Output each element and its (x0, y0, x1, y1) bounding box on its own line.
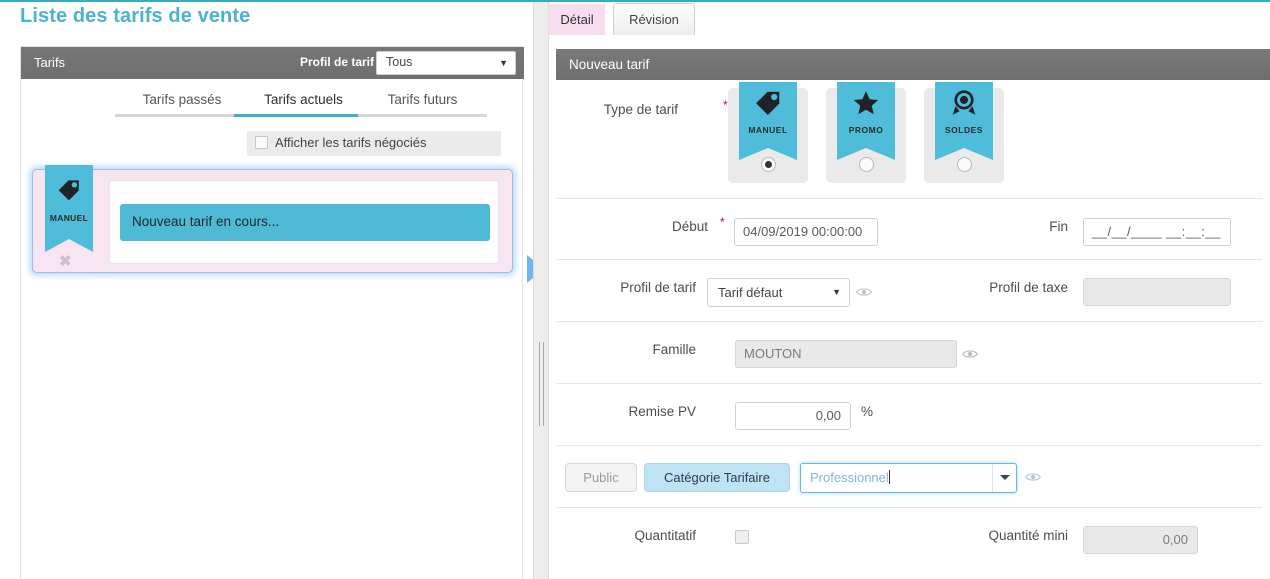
type-option-manuel[interactable]: MANUEL (728, 82, 808, 183)
show-negotiated-label: Afficher les tarifs négociés (275, 135, 427, 150)
toggle-categorie-tarifaire[interactable]: Catégorie Tarifaire (644, 463, 790, 492)
tariff-form: Type de tarif * MANUEL PROMO SOLDES Débu… (556, 80, 1270, 579)
tariff-card-new[interactable]: MANUEL ✖ Nouveau tarif en cours... (32, 165, 513, 273)
tab-tarifs-actuels[interactable]: Tarifs actuels (234, 91, 373, 117)
chevron-down-icon: ▼ (832, 287, 841, 297)
debut-input[interactable]: 04/09/2019 00:00:00 (734, 218, 878, 246)
quantite-mini-input: 0,00 (1083, 526, 1198, 554)
app-root: Liste des tarifs de vente Tarifs Profil … (0, 0, 1270, 579)
profil-tarif-select[interactable]: Tarif défaut ▼ (707, 278, 850, 307)
type-option-soldes-radio[interactable] (957, 157, 972, 172)
row-famille: Famille MOUTON (556, 322, 1262, 383)
eye-icon[interactable] (856, 285, 872, 301)
tab-tarifs-futurs[interactable]: Tarifs futurs (358, 91, 487, 117)
price-tag-icon (56, 177, 82, 208)
quantitatif-checkbox[interactable] (735, 530, 749, 544)
tariff-card-ribbon-label: MANUEL (49, 213, 89, 223)
fin-input[interactable]: __/__/____ __:__:__ (1083, 218, 1231, 246)
toggle-public[interactable]: Public (565, 463, 637, 492)
type-option-manuel-ribbon: MANUEL (739, 82, 797, 160)
debut-label: Début (671, 219, 708, 234)
star-icon (837, 88, 895, 123)
type-option-manuel-label: MANUEL (748, 125, 788, 135)
tariff-card-ribbon: MANUEL (45, 165, 93, 252)
row-profils: Profil de tarif Tarif défaut ▼ Profil de… (556, 260, 1262, 321)
row-debut-fin: Début * 04/09/2019 00:00:00 Fin __/__/__… (556, 199, 1262, 259)
remise-pv-label: Remise PV (628, 404, 696, 419)
right-panel: Détail Révision Nouveau tarif Type de ta… (549, 2, 1270, 579)
categorie-combobox-button[interactable] (992, 464, 1016, 492)
tariffs-panel-title: Tarifs (34, 55, 66, 70)
panel-splitter[interactable] (533, 2, 549, 579)
type-de-tarif-label: Type de tarif (603, 102, 678, 117)
categorie-combobox-value: Professionnel (810, 470, 889, 485)
profil-filter-select[interactable]: Tous ▼ (376, 51, 516, 75)
remise-pv-input[interactable]: 0,00 (735, 402, 851, 430)
type-option-soldes-label: SOLDES (945, 125, 983, 135)
tariff-card-inner: Nouveau tarif en cours... (109, 180, 499, 264)
categorie-combobox[interactable]: Professionnel (800, 463, 1017, 493)
tariffs-tabs: Tarifs passés Tarifs actuels Tarifs futu… (21, 91, 524, 117)
eye-icon[interactable] (962, 347, 978, 363)
type-de-tarif-required-star: * (723, 98, 728, 112)
tab-revision[interactable]: Révision (613, 3, 695, 35)
detail-section-header: Nouveau tarif (556, 49, 1270, 80)
profil-tarif-label: Profil de tarif (620, 280, 696, 295)
row-quantitatif: Quantitatif Quantité mini 0,00 (556, 508, 1262, 568)
profil-taxe-input (1083, 278, 1231, 306)
chevron-down-icon: ▼ (499, 58, 508, 68)
price-tag-icon (739, 88, 797, 123)
chevron-down-icon (1000, 475, 1010, 480)
text-cursor (888, 470, 890, 484)
famille-input: MOUTON (735, 340, 957, 368)
profil-taxe-label: Profil de taxe (989, 280, 1068, 295)
row-remise-pv: Remise PV 0,00 % (556, 384, 1262, 445)
type-option-soldes[interactable]: SOLDES (924, 82, 1004, 183)
tab-tarifs-passes[interactable]: Tarifs passés (115, 91, 249, 117)
close-icon[interactable]: ✖ (59, 254, 72, 269)
tariff-card-status-band: Nouveau tarif en cours... (120, 204, 490, 241)
fin-label: Fin (1049, 219, 1068, 234)
tab-detail[interactable]: Détail (549, 4, 605, 35)
eye-icon[interactable] (1025, 470, 1041, 486)
remise-pv-unit: % (861, 404, 874, 419)
show-negotiated-row[interactable]: Afficher les tarifs négociés (247, 131, 501, 156)
page-title: Liste des tarifs de vente (20, 5, 251, 27)
type-option-manuel-radio[interactable] (761, 157, 776, 172)
debut-required-star: * (720, 215, 725, 229)
tariffs-list-card: Tarifs Profil de tarif Tous ▼ Tarifs pas… (20, 46, 544, 579)
type-option-promo[interactable]: PROMO (826, 82, 906, 183)
row-type-de-tarif: Type de tarif * MANUEL PROMO SOLDES (556, 80, 1262, 195)
type-option-promo-label: PROMO (848, 125, 884, 135)
type-option-soldes-ribbon: SOLDES (935, 82, 993, 160)
quantite-mini-label: Quantité mini (988, 528, 1068, 543)
detail-tabs: Détail Révision (549, 2, 1270, 35)
tariffs-panel-header: Tarifs Profil de tarif Tous ▼ (21, 47, 524, 79)
award-badge-icon (935, 88, 993, 123)
show-negotiated-checkbox[interactable] (255, 136, 268, 149)
type-option-promo-radio[interactable] (859, 157, 874, 172)
type-option-promo-ribbon: PROMO (837, 82, 895, 160)
row-categorie: Public Catégorie Tarifaire Professionnel (556, 446, 1262, 507)
left-panel: Liste des tarifs de vente Tarifs Profil … (0, 2, 544, 579)
profil-filter-label: Profil de tarif (299, 55, 374, 69)
splitter-grip[interactable] (539, 342, 544, 426)
profil-filter-value: Tous (386, 55, 413, 69)
famille-label: Famille (652, 342, 696, 357)
quantitatif-label: Quantitatif (634, 528, 696, 543)
profil-tarif-value: Tarif défaut (718, 285, 783, 300)
